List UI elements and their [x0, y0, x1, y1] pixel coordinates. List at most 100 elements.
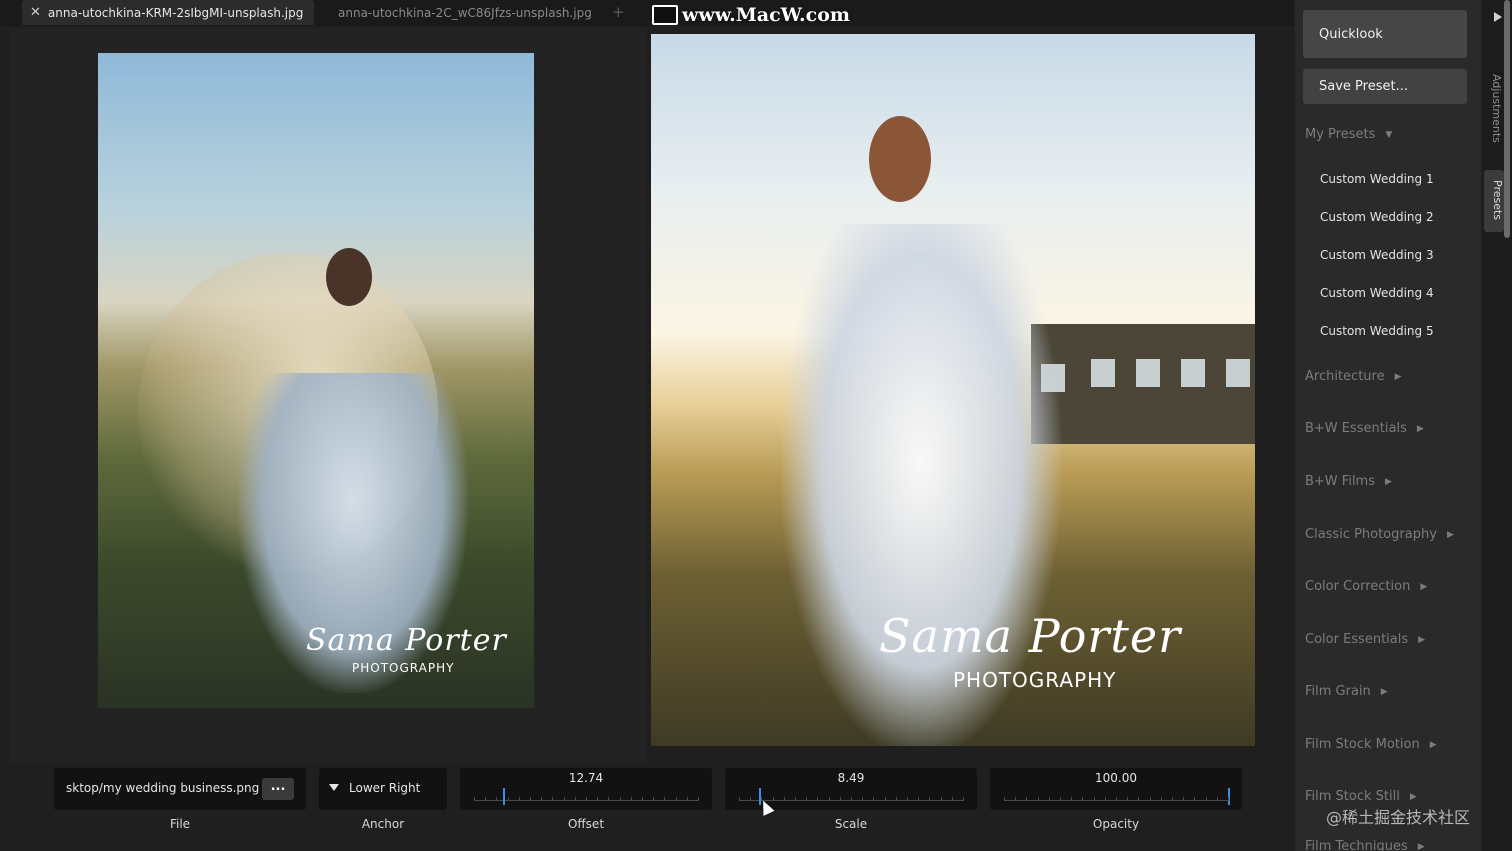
building-window [1091, 359, 1115, 387]
preset-group-film-stock-still[interactable]: Film Stock Still ▶ [1305, 789, 1417, 804]
slider-tick [795, 797, 796, 801]
group-label: B+W Films [1305, 474, 1375, 489]
offset-label: Offset [567, 817, 605, 831]
slider-tick [1183, 797, 1184, 801]
preset-group-architecture[interactable]: Architecture ▶ [1305, 369, 1402, 384]
bride-head-shape [869, 116, 931, 202]
play-icon[interactable] [1494, 12, 1502, 22]
preset-group-film-techniques[interactable]: Film Techniques ▶ [1305, 839, 1425, 851]
slider-tick [896, 797, 897, 801]
slider-tick [519, 797, 520, 801]
tab-label: anna-utochkina-2C_wC86Jfzs-unsplash.jpg [338, 5, 592, 20]
group-label: Architecture [1305, 369, 1385, 384]
save-preset-button[interactable]: Save Preset... [1303, 69, 1467, 104]
preset-group-film-grain[interactable]: Film Grain ▶ [1305, 684, 1388, 699]
preset-group-classic-photography[interactable]: Classic Photography ▶ [1305, 527, 1454, 542]
triangle-down-icon: ▼ [1385, 129, 1393, 140]
site-watermark: www.MacW.com [652, 4, 850, 26]
scale-label: Scale [834, 817, 868, 831]
logo-script: Sama Porter [879, 609, 1182, 663]
slider-tick [664, 797, 665, 801]
slider-tick [1206, 797, 1207, 801]
preset-item[interactable]: Custom Wedding 1 [1320, 172, 1434, 186]
tab-image-1[interactable]: ✕ anna-utochkina-KRM-2sIbgMI-unsplash.jp… [22, 0, 314, 25]
offset-slider[interactable]: 12.74 [460, 768, 712, 810]
slider-tick [676, 797, 677, 801]
preset-item[interactable]: Custom Wedding 3 [1320, 248, 1434, 262]
tab-label: anna-utochkina-KRM-2sIbgMI-unsplash.jpg [47, 5, 304, 20]
triangle-right-icon: ▶ [1385, 476, 1392, 487]
slider-tick [575, 797, 576, 801]
quicklook-button[interactable]: Quicklook [1303, 10, 1467, 58]
my-presets-header[interactable]: My Presets ▼ [1305, 127, 1392, 142]
group-label: Film Techniques [1305, 839, 1408, 851]
slider-tick [773, 797, 774, 801]
tab-image-2[interactable]: anna-utochkina-2C_wC86Jfzs-unsplash.jpg [330, 0, 630, 25]
tab-presets[interactable]: Presets [1484, 170, 1504, 232]
slider-track[interactable] [739, 788, 964, 805]
slider-tick [597, 797, 598, 801]
slider-tick [929, 797, 930, 801]
preset-group-color-correction[interactable]: Color Correction ▶ [1305, 579, 1427, 594]
slider-tick [840, 797, 841, 801]
slider-tick [1127, 797, 1128, 801]
triangle-right-icon: ▶ [1417, 841, 1425, 851]
slider-tick [739, 797, 740, 801]
slider-tick [530, 797, 531, 801]
bride-head-shape [326, 248, 372, 306]
opacity-slider[interactable]: 100.00 [990, 768, 1242, 810]
original-photo: Sama Porter PHOTOGRAPHY [98, 53, 534, 708]
group-label: Film Stock Still [1305, 789, 1400, 804]
triangle-right-icon: ▶ [1446, 529, 1454, 540]
logo-subtitle: PHOTOGRAPHY [352, 661, 455, 675]
slider-tick [1150, 797, 1151, 801]
slider-tick [1161, 797, 1162, 801]
slider-tick [485, 797, 486, 801]
slider-tick [1004, 797, 1005, 801]
slider-track[interactable] [474, 788, 699, 805]
slider-tick [873, 797, 874, 801]
slider-tick [1105, 797, 1106, 801]
triangle-right-icon: ▶ [1394, 371, 1402, 382]
slider-tick [1038, 797, 1039, 801]
anchor-value: Lower Right [349, 781, 421, 795]
monitor-icon [652, 5, 678, 25]
tab-bar: ✕ anna-utochkina-KRM-2sIbgMI-unsplash.jp… [0, 0, 1294, 26]
group-label: Color Correction [1305, 579, 1411, 594]
browse-file-button[interactable]: ... [262, 778, 294, 800]
preset-item[interactable]: Custom Wedding 2 [1320, 210, 1434, 224]
slider-tick [653, 797, 654, 801]
file-field[interactable]: sktop/my wedding business.png ... [54, 768, 306, 810]
preset-item[interactable]: Custom Wedding 5 [1320, 324, 1434, 338]
slider-tick [1217, 797, 1218, 801]
slider-tick [541, 797, 542, 801]
building-window [1181, 359, 1205, 387]
slider-thumb[interactable] [503, 788, 505, 805]
slider-tick [963, 797, 964, 801]
preset-group-bw-films[interactable]: B+W Films ▶ [1305, 474, 1392, 489]
close-icon[interactable]: ✕ [30, 5, 41, 20]
slider-tick [1228, 797, 1229, 801]
add-tab-button[interactable]: + [612, 3, 625, 21]
preset-item[interactable]: Custom Wedding 4 [1320, 286, 1434, 300]
triangle-right-icon: ▶ [1418, 634, 1426, 645]
preset-group-color-essentials[interactable]: Color Essentials ▶ [1305, 632, 1425, 647]
slider-tick [1172, 797, 1173, 801]
slider-tick [941, 797, 942, 801]
triangle-right-icon: ▶ [1429, 739, 1437, 750]
slider-tick [952, 797, 953, 801]
group-label: Film Grain [1305, 684, 1371, 699]
logo-script: Sama Porter [306, 623, 507, 658]
tab-adjustments[interactable]: Adjustments [1490, 74, 1503, 143]
anchor-dropdown[interactable]: Lower Right [319, 768, 447, 810]
preset-group-bw-essentials[interactable]: B+W Essentials ▶ [1305, 421, 1424, 436]
preset-group-film-stock-motion[interactable]: Film Stock Motion ▶ [1305, 737, 1437, 752]
slider-track[interactable] [1004, 788, 1230, 805]
logo-subtitle: PHOTOGRAPHY [953, 668, 1117, 692]
slider-tick [1138, 797, 1139, 801]
slider-tick [620, 797, 621, 801]
panel-scrollbar[interactable] [1504, 0, 1510, 238]
slider-tick [508, 797, 509, 801]
slider-tick [750, 797, 751, 801]
slider-tick [496, 797, 497, 801]
